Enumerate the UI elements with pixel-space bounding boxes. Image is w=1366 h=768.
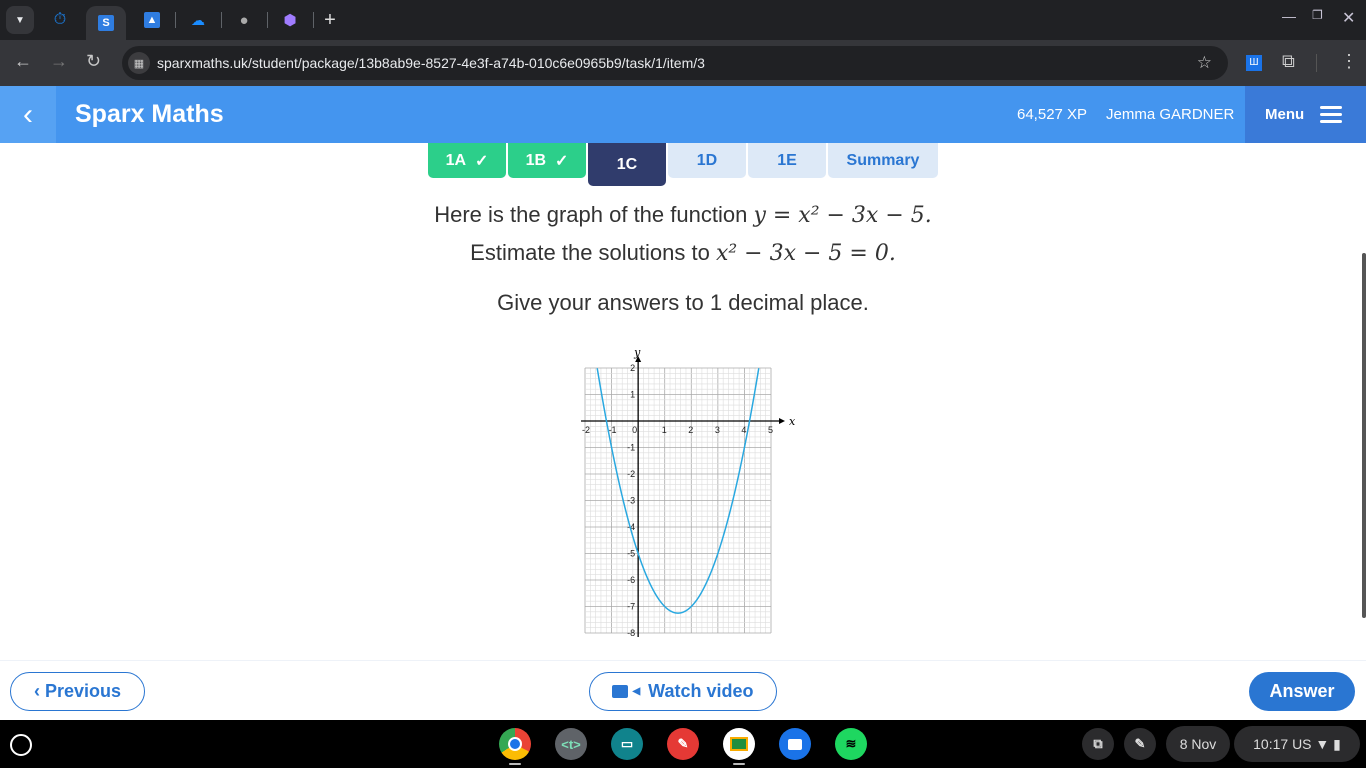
wifi-icon: ▼: [1315, 736, 1330, 752]
tab-summary[interactable]: Summary: [828, 143, 938, 178]
menu-label: Menu: [1265, 106, 1305, 123]
answer-button[interactable]: Answer: [1249, 672, 1355, 711]
y-tick-label: 1: [630, 390, 635, 400]
battery-icon: ▮: [1333, 735, 1341, 752]
browser-toolbar: ← → ↻ ▦ sparxmaths.uk/student/package/13…: [0, 40, 1366, 86]
tab-onedrive[interactable]: ☁: [184, 6, 212, 34]
question-text: Here is the graph of the function y = x²…: [0, 196, 1366, 272]
reload-icon[interactable]: ↻: [86, 51, 101, 72]
screenshot-tray-icon[interactable]: ⧉: [1082, 728, 1114, 760]
close-icon[interactable]: ✕: [1342, 8, 1355, 28]
new-tab-button[interactable]: +: [318, 6, 342, 34]
text-editor-icon[interactable]: <t>: [555, 728, 587, 760]
x-tick-label: 1: [662, 425, 667, 435]
x-tick-label: 4: [741, 425, 746, 435]
x-tick-label: -2: [582, 425, 590, 435]
tab-1c[interactable]: 1C: [588, 143, 666, 186]
tab-1b[interactable]: 1B ✓: [508, 143, 586, 178]
sparx-s-icon: S: [98, 15, 114, 31]
function-graph: -2 -1 0 1 2 3 4 521-1-2-3-4-5-6-7-8xy: [581, 346, 796, 638]
camera-icon[interactable]: [779, 728, 811, 760]
y-tick-label: -6: [627, 575, 635, 585]
chrome-icon[interactable]: [499, 728, 531, 760]
browser-tab-strip: ▼ ⏱ S ▲ ☁ ● ⬢ + — ❐ ✕: [0, 0, 1366, 40]
spotify-icon[interactable]: ≋: [835, 728, 867, 760]
watch-video-button[interactable]: ◀ Watch video: [589, 672, 777, 711]
os-shelf: <t> ▭ ✎ ≋ ⧉ ✎ 8 Nov 10:17 US ▼ ▮: [0, 720, 1366, 768]
y-tick-label: -7: [627, 602, 635, 612]
canvas-paint-icon[interactable]: ✎: [667, 728, 699, 760]
y-tick-label: -5: [627, 549, 635, 559]
x-tick-label: 2: [688, 425, 693, 435]
question-line2: Estimate the solutions to: [470, 240, 716, 265]
back-arrow-icon[interactable]: ←: [14, 51, 32, 72]
kebab-menu-icon[interactable]: ⋮: [1340, 51, 1358, 72]
back-chevron-button[interactable]: ‹: [0, 86, 56, 143]
y-tick-label: 2: [630, 363, 635, 373]
user-name[interactable]: Jemma GARDNER: [1106, 106, 1234, 123]
restore-icon[interactable]: ❐: [1312, 8, 1323, 22]
stylus-pen-icon[interactable]: ✎: [1124, 728, 1156, 760]
tab-search-button[interactable]: ▼: [6, 6, 34, 34]
extension-icon[interactable]: Ш: [1246, 55, 1262, 71]
y-tick-label: -8: [627, 628, 635, 638]
xp-counter: 64,527 XP: [1017, 106, 1088, 123]
scrollbar[interactable]: [1362, 253, 1366, 618]
address-bar[interactable]: ▦ sparxmaths.uk/student/package/13b8ab9e…: [122, 46, 1228, 80]
menu-button[interactable]: Menu: [1245, 86, 1366, 143]
chevron-left-icon: ‹: [33, 681, 45, 701]
x-tick-label: 5: [768, 425, 773, 435]
tab-gem[interactable]: ⬢: [276, 6, 304, 34]
x-axis-arrow: [779, 418, 785, 424]
question-line1: Here is the graph of the function: [434, 202, 754, 227]
function-equation: y = x² − 3x − 5.: [753, 203, 932, 228]
check-icon: ✓: [554, 152, 569, 170]
app-title: Sparx Maths: [75, 100, 224, 128]
y-tick-label: -2: [627, 469, 635, 479]
launcher-icon[interactable]: [10, 734, 32, 756]
tab-classroom[interactable]: ▲: [138, 6, 166, 34]
x-tick-label: 3: [715, 425, 720, 435]
site-info-icon[interactable]: ▦: [128, 52, 150, 74]
tab-timer[interactable]: ⏱: [44, 6, 76, 34]
video-camera-icon: [612, 685, 629, 698]
bookmark-star-icon[interactable]: ☆: [1197, 53, 1212, 73]
url-text[interactable]: sparxmaths.uk/student/package/13b8ab9e-8…: [157, 55, 705, 71]
minimize-icon[interactable]: —: [1282, 8, 1296, 24]
extensions-puzzle-icon[interactable]: ⧉: [1282, 51, 1295, 72]
hamburger-icon: [1320, 102, 1343, 127]
tab-1a[interactable]: 1A ✓: [428, 143, 506, 178]
check-icon: ✓: [474, 152, 489, 170]
timer-icon: ⏱: [53, 11, 67, 28]
gem-extension-icon: ⬢: [283, 12, 297, 29]
google-classroom-icon[interactable]: [723, 728, 755, 760]
news-icon[interactable]: ▭: [611, 728, 643, 760]
x-axis-label: x: [789, 415, 796, 428]
y-tick-label: -1: [627, 443, 635, 453]
date-pill[interactable]: 8 Nov: [1166, 726, 1230, 762]
forward-arrow-icon[interactable]: →: [50, 51, 68, 72]
tab-1e[interactable]: 1E: [748, 143, 826, 178]
equation-to-solve: x² − 3x − 5 = 0.: [715, 241, 896, 266]
tab-globe[interactable]: ●: [230, 6, 258, 34]
y-axis-label: y: [633, 346, 641, 359]
y-tick-label: -3: [627, 496, 635, 506]
tab-1d[interactable]: 1D: [668, 143, 746, 178]
status-tray[interactable]: 10:17 US ▼ ▮: [1234, 726, 1360, 762]
onedrive-cloud-icon: ☁: [191, 11, 205, 28]
question-instruction: Give your answers to 1 decimal place.: [497, 290, 869, 315]
tab-sparx[interactable]: S: [86, 6, 126, 40]
x-tick-label: 0: [632, 425, 637, 435]
classroom-contact-icon: ▲: [144, 12, 160, 28]
globe-icon: ●: [239, 11, 249, 29]
previous-button[interactable]: ‹ Previous: [10, 672, 145, 711]
app-header: ‹ Sparx Maths 64,527 XP Jemma GARDNER Me…: [0, 86, 1366, 143]
x-tick-label: -1: [609, 425, 617, 435]
